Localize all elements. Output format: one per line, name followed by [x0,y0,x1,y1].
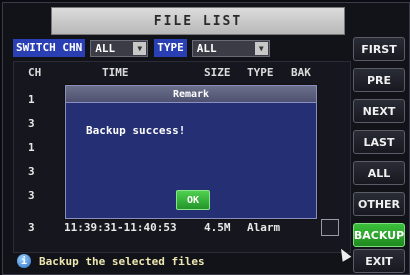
file-list-window: FILE LIST SWITCH CHN ALL ▼ TYPE ALL ▼ CH… [2,2,410,275]
header-size: SIZE [204,65,231,79]
backup-checkbox[interactable] [321,219,339,236]
remark-dialog: Remark Backup success! OK [65,85,317,219]
window-title: FILE LIST [51,7,345,35]
type-select-value: ALL [196,41,217,55]
row-type: Alarm [247,220,281,234]
row-ch: 1 [28,92,35,106]
row-ch: 3 [28,116,35,130]
all-button[interactable]: ALL [353,161,405,185]
channel-select-value: ALL [95,41,116,55]
switch-channel-label: SWITCH CHN [13,39,86,57]
table-row[interactable]: 3 11:39:31-11:40:53 4.5M Alarm [14,216,350,238]
header-time: TIME [102,65,129,79]
table-header: CH TIME SIZE TYPE BAK [14,62,350,82]
status-bar: i Backup the selected files [17,254,205,268]
type-label: TYPE [154,39,187,57]
dialog-title: Remark [66,86,316,103]
channel-select[interactable]: ALL ▼ [90,39,149,57]
ok-button[interactable]: OK [176,190,210,210]
row-ch: 1 [28,140,35,154]
last-button[interactable]: LAST [353,130,405,154]
sidebar: FIRST PRE NEXT LAST ALL OTHER BACKUP [353,37,407,254]
other-button[interactable]: OTHER [353,192,405,216]
type-select[interactable]: ALL ▼ [191,39,270,57]
prev-button[interactable]: PRE [353,68,405,92]
row-ch: 3 [28,188,35,202]
info-icon: i [17,254,31,268]
first-button[interactable]: FIRST [353,37,405,61]
filter-row: SWITCH CHN ALL ▼ TYPE ALL ▼ [13,39,270,57]
row-ch: 3 [28,220,35,234]
row-time: 11:39:31-11:40:53 [64,220,177,234]
chevron-down-icon: ▼ [254,41,268,55]
exit-button[interactable]: EXIT [353,249,405,273]
row-size: 4.5M [204,220,231,234]
row-ch: 3 [28,164,35,178]
header-ch: CH [28,65,42,79]
next-button[interactable]: NEXT [353,99,405,123]
status-text: Backup the selected files [39,254,205,268]
backup-button[interactable]: BACKUP [353,223,405,247]
chevron-down-icon: ▼ [133,41,147,55]
header-type: TYPE [247,65,274,79]
header-bak: BAK [291,65,311,79]
dialog-message: Backup success! [86,124,186,137]
